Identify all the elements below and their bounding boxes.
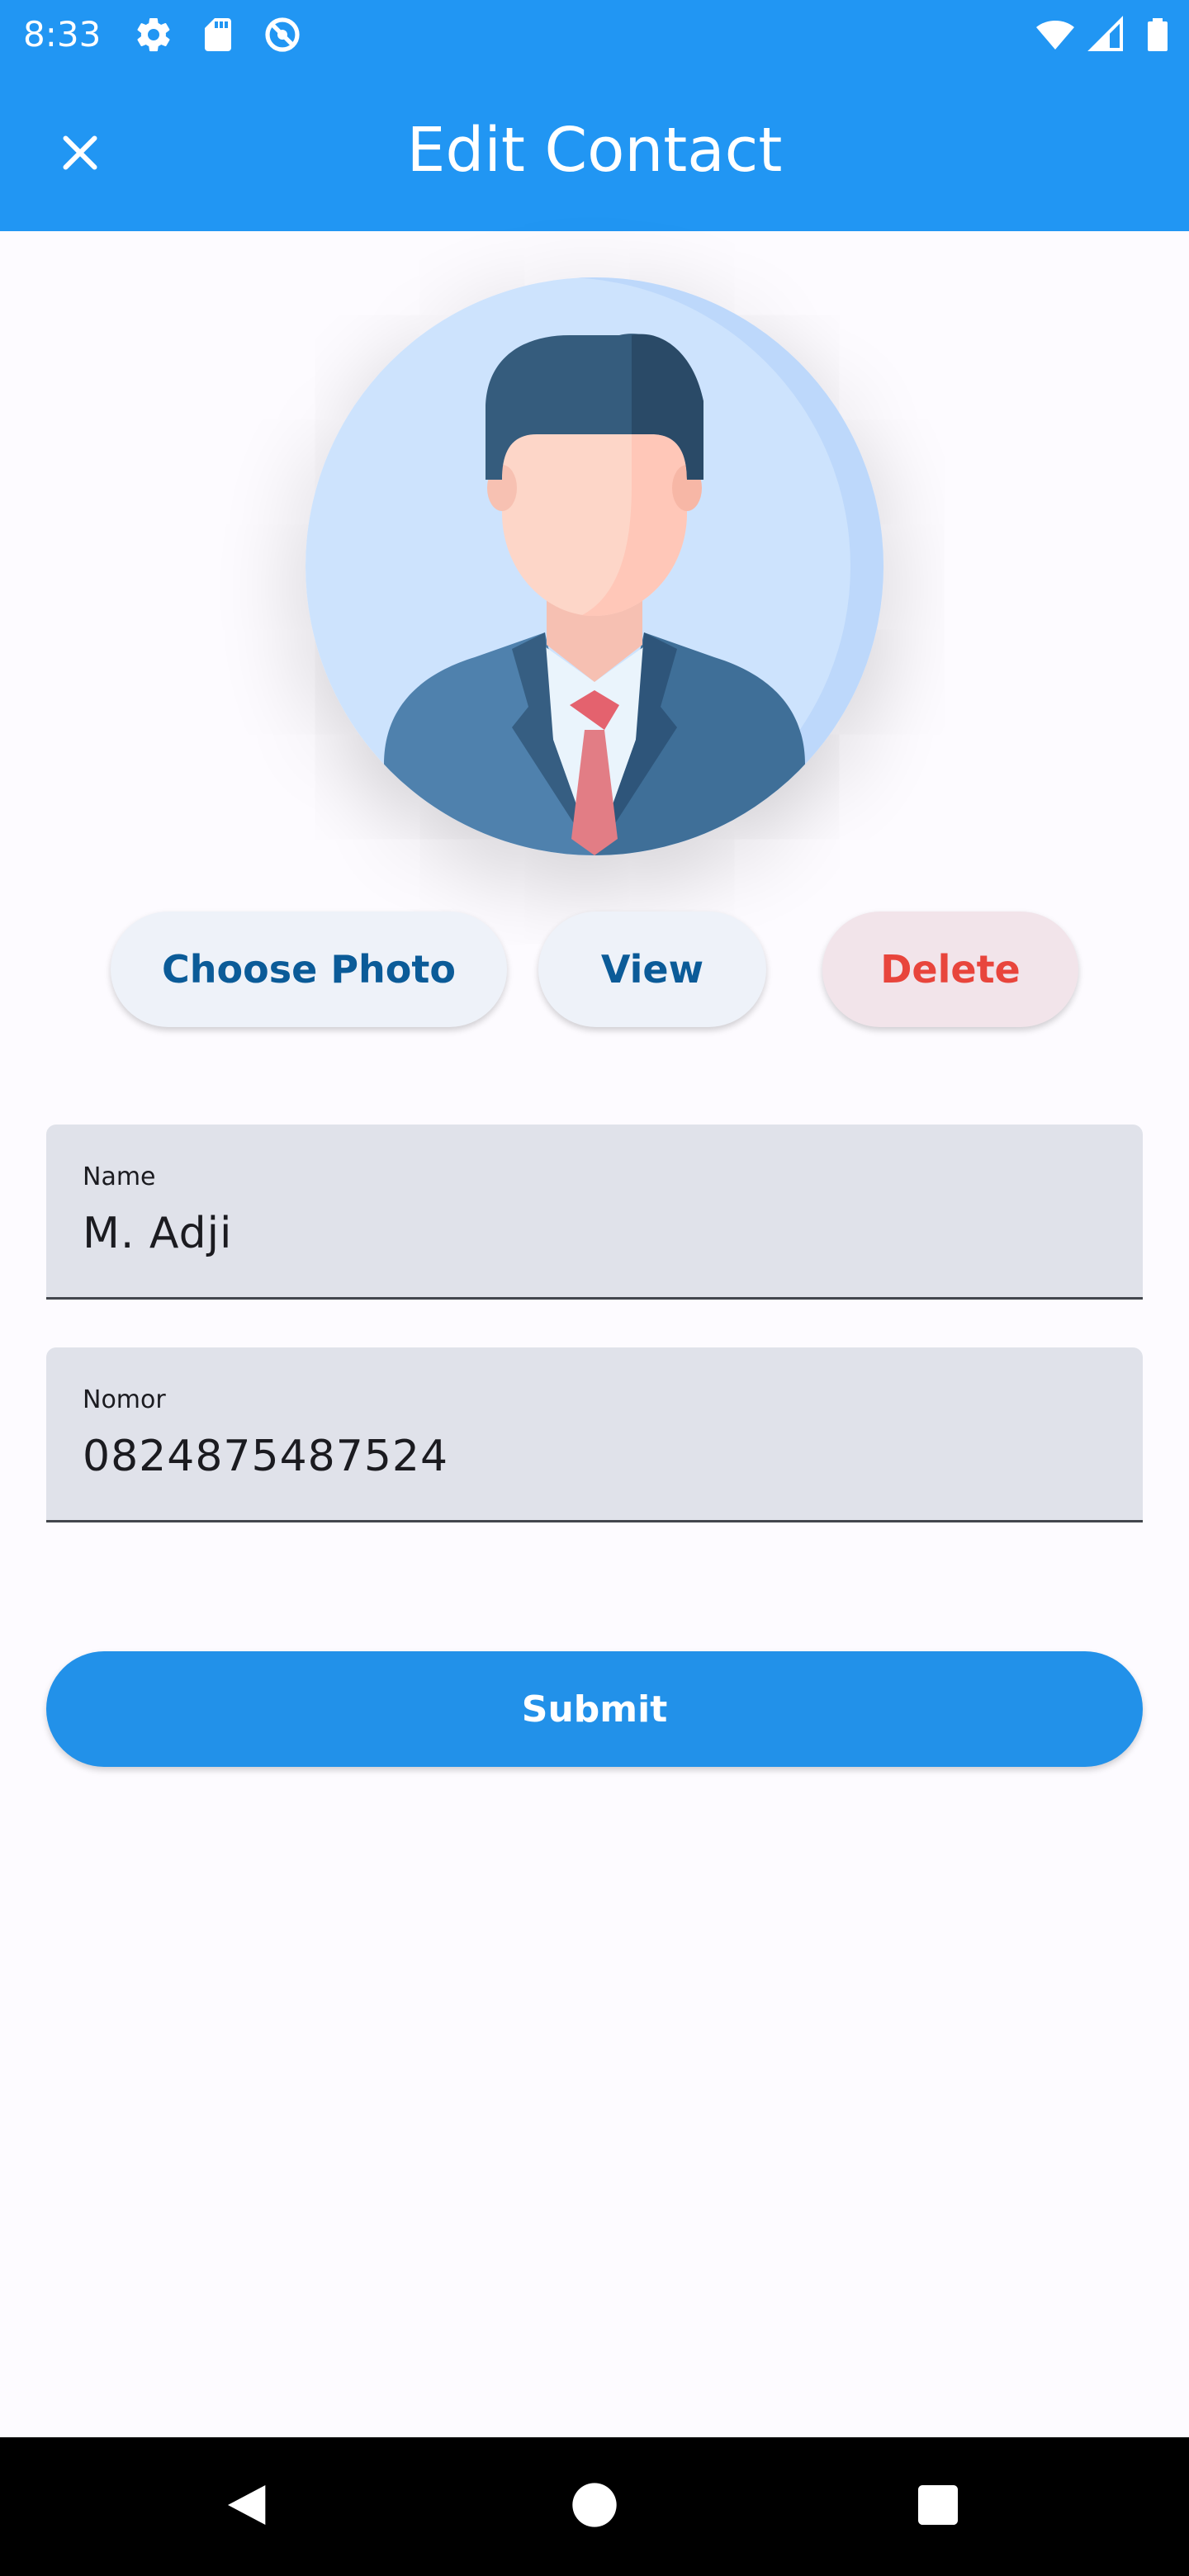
nav-home-button[interactable] (553, 2465, 636, 2548)
nav-back-button[interactable] (206, 2465, 289, 2548)
view-photo-button[interactable]: View (538, 912, 766, 1027)
settings-icon (134, 15, 173, 54)
name-field-value[interactable]: M. Adji (83, 1204, 232, 1263)
do-not-disturb-icon (263, 15, 302, 54)
sd-card-icon (198, 15, 238, 54)
home-icon (568, 2479, 621, 2535)
submit-button[interactable]: Submit (46, 1651, 1143, 1767)
delete-photo-button[interactable]: Delete (822, 912, 1078, 1027)
choose-photo-button[interactable]: Choose Photo (111, 912, 507, 1027)
system-nav-bar (0, 2437, 1189, 2576)
contact-avatar (306, 277, 883, 855)
cell-signal-icon (1087, 15, 1126, 54)
name-field[interactable]: Name M. Adji (46, 1125, 1143, 1300)
businessman-avatar-icon (306, 277, 883, 855)
nav-recents-button[interactable] (897, 2465, 979, 2548)
back-icon (221, 2479, 274, 2535)
name-field-label: Name (83, 1163, 156, 1191)
recents-icon (912, 2479, 964, 2535)
nomor-field-label: Nomor (83, 1385, 166, 1414)
page-title: Edit Contact (406, 115, 783, 186)
app-bar: Edit Contact (0, 69, 1189, 231)
wifi-icon (1035, 15, 1075, 54)
nomor-field[interactable]: Nomor 0824875487524 (46, 1347, 1143, 1522)
status-bar: 8:33 (0, 0, 1189, 69)
battery-icon (1138, 15, 1177, 54)
nomor-field-value[interactable]: 0824875487524 (83, 1427, 448, 1486)
status-time: 8:33 (23, 14, 102, 54)
